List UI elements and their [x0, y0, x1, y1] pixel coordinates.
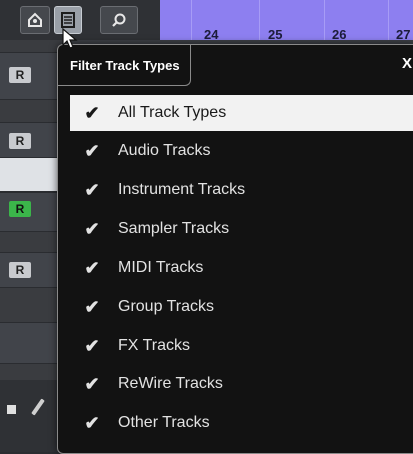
filter-item-midi-tracks[interactable]: ✔ MIDI Tracks: [70, 250, 413, 286]
ruler-tick: [388, 0, 389, 40]
checkmark-icon: ✔: [84, 102, 100, 123]
track-row[interactable]: R: [0, 122, 62, 158]
filter-item-audio-tracks[interactable]: ✔ Audio Tracks: [70, 133, 413, 169]
timeline-ruler[interactable]: 24 25 26 27: [160, 0, 413, 42]
filter-item-label: MIDI Tracks: [118, 259, 204, 276]
record-enable-button[interactable]: R: [9, 262, 31, 278]
popup-header: Filter Track Types X: [58, 45, 413, 86]
close-button[interactable]: X: [402, 55, 412, 72]
filter-item-label: All Track Types: [118, 104, 227, 121]
checkmark-icon: ✔: [84, 257, 100, 278]
filter-item-label: Sampler Tracks: [118, 220, 230, 237]
ruler-tick: [324, 0, 325, 40]
stop-icon[interactable]: [7, 405, 16, 414]
filter-item-label: FX Tracks: [118, 337, 191, 354]
track-row[interactable]: R: [0, 52, 62, 100]
filter-track-types-popup: Filter Track Types X ✔ All Track Types ✔…: [57, 44, 413, 454]
popup-title: Filter Track Types: [58, 45, 191, 86]
track-row[interactable]: R: [0, 192, 62, 232]
project-toolbar: [0, 0, 160, 40]
filter-item-group-tracks[interactable]: ✔ Group Tracks: [70, 289, 413, 325]
filter-item-fx-tracks[interactable]: ✔ FX Tracks: [70, 328, 413, 364]
filter-item-all-track-types[interactable]: ✔ All Track Types: [70, 95, 413, 131]
checkmark-icon: ✔: [84, 218, 100, 239]
ruler-tick: [191, 0, 192, 40]
checkmark-icon: ✔: [84, 179, 100, 200]
search-button[interactable]: [100, 6, 138, 34]
track-row[interactable]: R: [0, 252, 62, 288]
checkmark-icon: ✔: [84, 335, 100, 356]
workspace-button[interactable]: [20, 6, 50, 34]
workspace-icon: [28, 12, 42, 27]
filter-item-rewire-tracks[interactable]: ✔ ReWire Tracks: [70, 366, 413, 402]
filter-item-instrument-tracks[interactable]: ✔ Instrument Tracks: [70, 172, 413, 208]
filter-item-label: ReWire Tracks: [118, 375, 223, 392]
record-enable-button-active[interactable]: R: [9, 201, 31, 217]
track-row[interactable]: [0, 322, 62, 364]
filter-item-label: Other Tracks: [118, 414, 210, 431]
lower-zone-toolbar: [0, 380, 62, 452]
search-icon: [112, 13, 126, 27]
filter-item-other-tracks[interactable]: ✔ Other Tracks: [70, 405, 413, 441]
ruler-tick: [259, 0, 260, 40]
filter-item-label: Instrument Tracks: [118, 181, 246, 198]
checkmark-icon: ✔: [84, 140, 100, 161]
filter-item-label: Audio Tracks: [118, 142, 211, 159]
filter-item-sampler-tracks[interactable]: ✔ Sampler Tracks: [70, 211, 413, 247]
filter-item-label: Group Tracks: [118, 298, 215, 315]
mouse-pointer-icon: [62, 28, 78, 49]
checkmark-icon: ✔: [84, 296, 100, 317]
record-enable-button[interactable]: R: [9, 133, 31, 149]
checkmark-icon: ✔: [84, 373, 100, 394]
record-enable-button[interactable]: R: [9, 67, 31, 83]
filter-track-types-icon: [61, 12, 75, 28]
checkmark-icon: ✔: [84, 412, 100, 433]
track-row-selected[interactable]: [0, 157, 62, 192]
